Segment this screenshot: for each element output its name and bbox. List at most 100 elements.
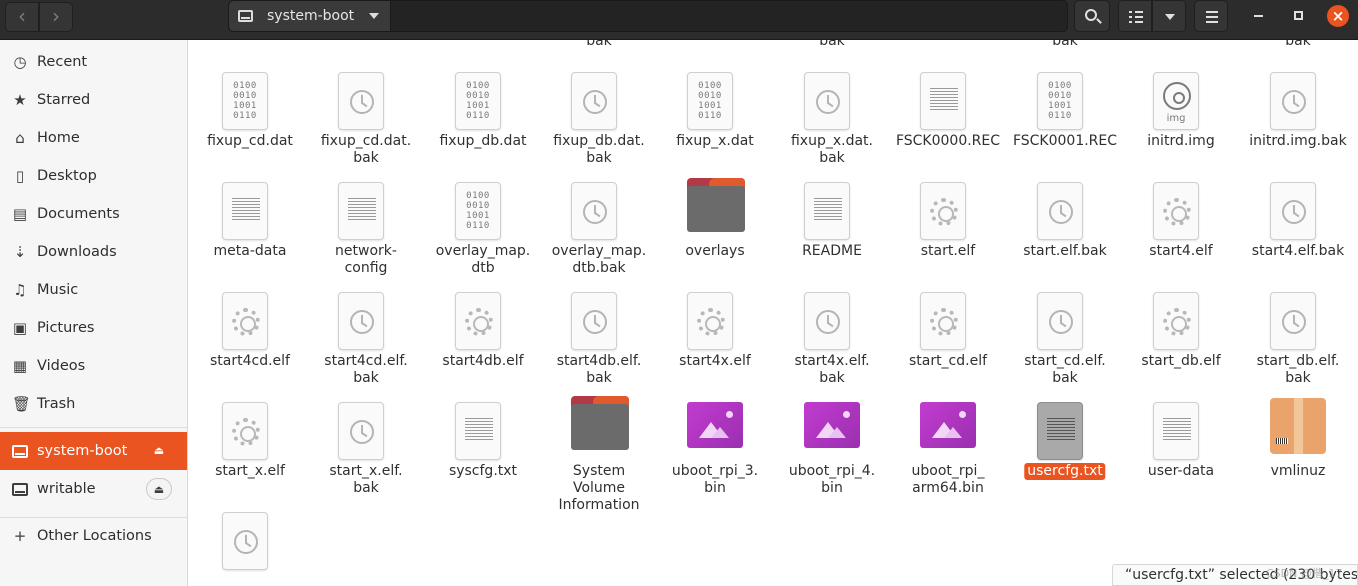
sidebar-item-videos[interactable]: ▦ Videos — [0, 347, 187, 385]
maximize-button[interactable] — [1294, 11, 1303, 20]
file-tile[interactable]: start_x.elf — [192, 370, 308, 480]
eject-icon[interactable]: ⏏ — [146, 478, 172, 500]
file-tile[interactable]: 0100 0010 1001 0110 fixup_db.dat — [425, 40, 541, 150]
file-tile[interactable]: 0100 0010 1001 0110 fixup_cd.dat — [192, 40, 308, 150]
close-button[interactable]: × — [1327, 5, 1349, 27]
file-tile[interactable]: start_cd.elf — [890, 260, 1006, 370]
file-tile[interactable]: 0100 0010 1001 0110 overlay_map. dtb — [425, 150, 541, 276]
path-location-button[interactable]: system-boot — [229, 1, 391, 31]
view-options-button[interactable] — [1152, 0, 1186, 32]
sidebar-item-desktop[interactable]: ▯ Desktop — [0, 157, 187, 195]
file-tile[interactable]: overlay_map. dtb.bak — [541, 150, 657, 276]
file-tile[interactable]: user-data — [1123, 370, 1239, 480]
file-tile[interactable]: initrd.img.bak — [1240, 40, 1356, 150]
sidebar-item-recent[interactable]: ◷ Recent — [0, 43, 187, 81]
music-icon: ♫ — [13, 281, 27, 299]
drive-icon — [238, 10, 253, 22]
file-tile[interactable]: System Volume Information — [541, 370, 657, 513]
drive-icon — [12, 445, 28, 458]
text-file-icon — [920, 72, 966, 130]
executable-file-icon — [1153, 182, 1199, 240]
file-tile[interactable]: start.elf.bak — [1007, 150, 1123, 260]
minimize-button[interactable] — [1254, 15, 1263, 17]
file-tile[interactable]: overlays — [657, 150, 773, 260]
file-tile[interactable]: vmlinuz — [1240, 370, 1356, 480]
file-tile[interactable]: meta-data — [192, 150, 308, 260]
search-button[interactable] — [1074, 0, 1110, 32]
file-tile[interactable]: start_x.elf. bak — [308, 370, 424, 496]
file-name: meta-data — [213, 243, 287, 259]
sidebar-item-music[interactable]: ♫ Music — [0, 271, 187, 309]
file-name: fixup_cd.dat — [207, 133, 293, 149]
gear-icon — [1163, 308, 1191, 336]
file-name: initrd.img — [1147, 133, 1215, 149]
file-name: start_db.elf — [1141, 353, 1221, 369]
file-name: initrd.img.bak — [1249, 133, 1347, 149]
gear-icon — [930, 308, 958, 336]
file-tile[interactable]: fixup_x.dat. bak — [774, 40, 890, 166]
path-bar: system-boot — [228, 0, 1068, 32]
file-tile[interactable]: usercfg.txt — [1007, 370, 1123, 480]
file-tile[interactable]: 0100 0010 1001 0110 fixup_x.dat — [657, 40, 773, 150]
file-name: uboot_rpi_3. bin — [671, 463, 759, 496]
sidebar-item-system-boot[interactable]: system-boot ⏏ — [0, 432, 187, 470]
back-button[interactable]: ‹ — [5, 2, 39, 32]
file-tile[interactable]: start_db.elf. bak — [1240, 260, 1356, 386]
file-tile[interactable]: README — [774, 150, 890, 260]
sidebar-item-starred[interactable]: ★ Starred — [0, 81, 187, 119]
file-tile[interactable]: start4cd.elf — [192, 260, 308, 370]
file-tile[interactable]: 0100 0010 1001 0110 FSCK0001.REC — [1007, 40, 1123, 150]
gear-icon — [697, 308, 725, 336]
file-tile[interactable]: start4x.elf — [657, 260, 773, 370]
file-tile[interactable]: fixup_db.dat. bak — [541, 40, 657, 166]
file-name: start_x.elf — [215, 463, 285, 479]
package-icon — [1270, 398, 1326, 456]
file-tile[interactable]: uboot_rpi_4. bin — [774, 370, 890, 496]
file-tile[interactable]: uboot_rpi_ arm64.bin — [890, 370, 1006, 496]
binary-glyph: 0100 0010 1001 0110 — [466, 81, 490, 121]
gear-icon — [232, 308, 260, 336]
sidebar-item-writable[interactable]: writable ⏏ — [0, 470, 187, 508]
sidebar-item-label: writable — [37, 481, 96, 497]
file-tile[interactable]: start4db.elf. bak — [541, 260, 657, 386]
binary-file-icon: 0100 0010 1001 0110 — [222, 72, 268, 130]
file-name: fixup_x.dat — [676, 133, 754, 149]
pictures-icon: ▣ — [12, 319, 28, 337]
file-tile[interactable]: start_db.elf — [1123, 260, 1239, 370]
text-file-icon — [222, 182, 268, 240]
file-name: uboot_rpi_ arm64.bin — [911, 463, 985, 496]
sidebar-item-label: Music — [37, 282, 79, 298]
sidebar-item-pictures[interactable]: ▣ Pictures — [0, 309, 187, 347]
file-tile[interactable]: start.elf — [890, 150, 1006, 260]
file-tile[interactable]: FSCK0000.REC — [890, 40, 1006, 150]
file-tile[interactable] — [192, 480, 308, 586]
file-name: start4.elf.bak — [1251, 243, 1345, 259]
forward-button[interactable]: › — [39, 2, 73, 32]
sidebar-item-trash[interactable]: 🗑 Trash — [0, 385, 187, 423]
file-tile[interactable]: start4db.elf — [425, 260, 541, 370]
hamburger-icon — [1206, 11, 1218, 13]
menu-button[interactable] — [1194, 0, 1228, 32]
sidebar-item-other-locations[interactable]: + Other Locations — [0, 517, 187, 555]
file-tile[interactable]: start4.elf — [1123, 150, 1239, 260]
sidebar-item-downloads[interactable]: ⇣ Downloads — [0, 233, 187, 271]
sidebar-item-home[interactable]: ⌂ Home — [0, 119, 187, 157]
clock-icon: ◷ — [13, 53, 27, 71]
file-tile[interactable]: fixup_cd.dat. bak — [308, 40, 424, 166]
list-view-button[interactable] — [1118, 0, 1152, 32]
chevron-down-icon — [369, 13, 379, 19]
file-tile[interactable]: start_cd.elf. bak — [1007, 260, 1123, 386]
file-tile[interactable]: network- config — [308, 150, 424, 276]
disc-label: img — [1166, 113, 1186, 124]
file-tile[interactable]: start4cd.elf. bak — [308, 260, 424, 386]
sidebar-item-documents[interactable]: ▤ Documents — [0, 195, 187, 233]
file-tile[interactable]: syscfg.txt — [425, 370, 541, 480]
binary-glyph: 0100 0010 1001 0110 — [233, 81, 257, 121]
file-tile[interactable]: uboot_rpi_3. bin — [657, 370, 773, 496]
file-tile[interactable]: img initrd.img — [1123, 40, 1239, 150]
text-file-icon — [804, 182, 850, 240]
file-tile[interactable]: start4.elf.bak — [1240, 150, 1356, 260]
image-file-icon — [920, 398, 976, 456]
eject-icon[interactable]: ⏏ — [146, 440, 172, 462]
file-tile[interactable]: start4x.elf. bak — [774, 260, 890, 386]
